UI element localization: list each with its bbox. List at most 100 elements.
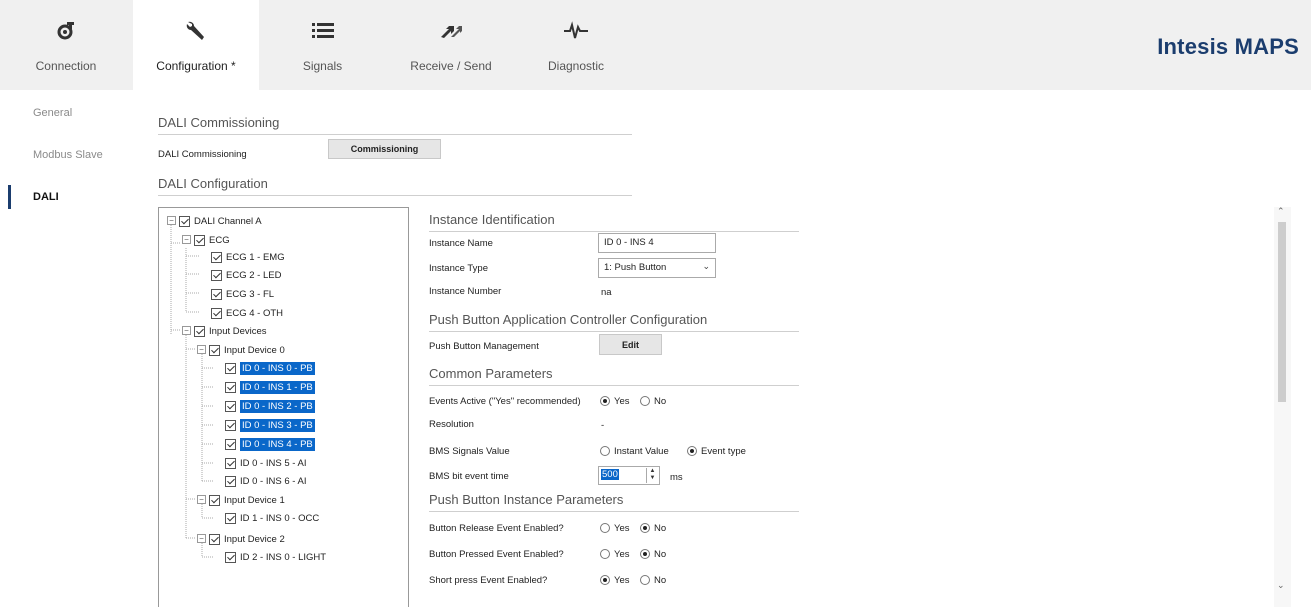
tree-node-ecg-item[interactable]: ECG 4 - OTH	[211, 305, 283, 321]
short-press-yes[interactable]: Yes	[600, 575, 630, 586]
radio-selected-icon[interactable]	[687, 446, 697, 457]
tree-node-input-devices[interactable]: Input Devices	[194, 323, 267, 339]
events-active-no[interactable]: No	[640, 396, 666, 407]
scrollbar-thumb[interactable]	[1278, 222, 1286, 402]
checkbox-icon[interactable]	[211, 251, 222, 263]
checkbox-icon[interactable]	[209, 344, 220, 356]
tab-connection[interactable]: Connection	[20, 0, 112, 90]
radio-icon[interactable]	[640, 575, 650, 586]
dali-device-tree[interactable]: − DALI Channel A − ECG ECG 1 - EMG ECG 2…	[158, 207, 409, 607]
instance-type-value: 1: Push Button	[604, 262, 667, 273]
bms-event-type-option[interactable]: Event type	[687, 446, 746, 457]
checkbox-icon[interactable]	[194, 234, 205, 246]
checkbox-icon[interactable]	[225, 419, 236, 431]
checkbox-icon[interactable]	[225, 512, 236, 524]
tree-node-input-device-2[interactable]: Input Device 2	[209, 531, 285, 547]
tab-receive-send[interactable]: Receive / Send	[396, 0, 506, 90]
checkbox-icon[interactable]	[225, 400, 236, 412]
bms-bit-event-time-input[interactable]: 500 ▲ ▼	[598, 466, 660, 485]
collapse-input-devices-icon[interactable]: −	[182, 326, 191, 335]
checkbox-icon[interactable]	[225, 381, 236, 393]
bms-instant-value-option[interactable]: Instant Value	[600, 446, 669, 457]
nav-item-general[interactable]: General	[33, 107, 72, 119]
bms-bit-event-time-label: BMS bit event time	[429, 471, 509, 482]
instance-type-select[interactable]: 1: Push Button ⌄	[598, 258, 716, 278]
radio-icon[interactable]	[600, 523, 610, 534]
instance-name-label: Instance Name	[429, 238, 493, 249]
scroll-up-icon[interactable]: ⌃	[1277, 206, 1285, 217]
checkbox-icon[interactable]	[211, 269, 222, 281]
radio-selected-icon[interactable]	[600, 396, 610, 407]
tab-diagnostic[interactable]: Diagnostic	[528, 0, 624, 90]
tab-configuration[interactable]: Configuration *	[133, 0, 259, 90]
checkbox-icon[interactable]	[209, 494, 220, 506]
button-release-yes[interactable]: Yes	[600, 523, 630, 534]
instance-name-input[interactable]: ID 0 - INS 4	[598, 233, 716, 253]
instance-identification-title: Instance Identification	[429, 212, 799, 232]
tree-node-ecg-item[interactable]: ECG 1 - EMG	[211, 249, 285, 265]
radio-icon[interactable]	[600, 446, 610, 457]
tree-node-instance[interactable]: ID 2 - INS 0 - LIGHT	[225, 549, 326, 565]
collapse-device2-icon[interactable]: −	[197, 534, 206, 543]
commissioning-button[interactable]: Commissioning	[328, 139, 441, 159]
checkbox-icon[interactable]	[211, 307, 222, 319]
nav-active-indicator	[8, 185, 11, 209]
tree-node-input-device-0[interactable]: Input Device 0	[209, 342, 285, 358]
chevron-down-icon: ⌄	[702, 261, 710, 271]
collapse-device1-icon[interactable]: −	[197, 495, 206, 504]
tree-node-instance[interactable]: ID 0 - INS 1 - PB	[225, 379, 315, 395]
tree-node-instance[interactable]: ID 0 - INS 4 - PB	[225, 436, 315, 452]
short-press-no[interactable]: No	[640, 575, 666, 586]
tree-node-channel[interactable]: DALI Channel A	[179, 213, 262, 229]
scroll-down-icon[interactable]: ⌄	[1277, 580, 1285, 591]
tree-node-instance[interactable]: ID 0 - INS 5 - AI	[225, 455, 307, 471]
collapse-ecg-icon[interactable]: −	[182, 235, 191, 244]
radio-selected-icon[interactable]	[640, 523, 650, 534]
pb-instance-parameters-title: Push Button Instance Parameters	[429, 492, 799, 512]
tree-node-input-device-1[interactable]: Input Device 1	[209, 492, 285, 508]
tab-diagnostic-label: Diagnostic	[547, 59, 605, 73]
radio-selected-icon[interactable]	[640, 549, 650, 560]
button-pressed-no[interactable]: No	[640, 549, 666, 560]
button-release-label: Button Release Event Enabled?	[429, 523, 564, 534]
events-active-yes[interactable]: Yes	[600, 396, 630, 407]
radio-selected-icon[interactable]	[600, 575, 610, 586]
checkbox-icon[interactable]	[225, 457, 236, 469]
checkbox-icon[interactable]	[209, 533, 220, 545]
checkbox-icon[interactable]	[225, 438, 236, 450]
tree-node-instance[interactable]: ID 0 - INS 2 - PB	[225, 398, 315, 414]
tree-node-instance[interactable]: ID 0 - INS 3 - PB	[225, 417, 315, 433]
checkbox-icon[interactable]	[225, 362, 236, 374]
tab-signals[interactable]: Signals	[280, 0, 365, 90]
radio-icon[interactable]	[600, 549, 610, 560]
tree-node-ecg[interactable]: ECG	[194, 232, 230, 248]
button-pressed-yes[interactable]: Yes	[600, 549, 630, 560]
checkbox-icon[interactable]	[211, 288, 222, 300]
push-button-management-label: Push Button Management	[429, 341, 539, 352]
instance-number-value: na	[601, 287, 612, 298]
collapse-device0-icon[interactable]: −	[197, 345, 206, 354]
checkbox-icon[interactable]	[179, 215, 190, 227]
tree-node-instance[interactable]: ID 0 - INS 6 - AI	[225, 473, 307, 489]
tree-node-instance[interactable]: ID 1 - INS 0 - OCC	[225, 510, 319, 526]
nav-item-modbus-slave[interactable]: Modbus Slave	[33, 149, 103, 161]
button-release-no[interactable]: No	[640, 523, 666, 534]
checkbox-icon[interactable]	[225, 475, 236, 487]
short-press-label: Short press Event Enabled?	[429, 575, 548, 586]
tree-node-instance[interactable]: ID 0 - INS 0 - PB	[225, 360, 315, 376]
collapse-channel-icon[interactable]: −	[167, 216, 176, 225]
tree-node-ecg-item[interactable]: ECG 3 - FL	[211, 286, 274, 302]
tree-node-ecg-item[interactable]: ECG 2 - LED	[211, 267, 281, 283]
bms-signals-value-label: BMS Signals Value	[429, 446, 510, 457]
checkbox-icon[interactable]	[194, 325, 205, 337]
nav-item-dali[interactable]: DALI	[33, 191, 59, 203]
edit-button[interactable]: Edit	[599, 334, 662, 355]
spinner-arrows-icon[interactable]: ▲ ▼	[646, 468, 658, 483]
radio-icon[interactable]	[640, 396, 650, 407]
top-navigation-bar: Connection Configuration * Signals Recei…	[0, 0, 1311, 90]
common-parameters-title: Common Parameters	[429, 366, 799, 386]
checkbox-icon[interactable]	[225, 551, 236, 563]
tab-configuration-label: Configuration *	[156, 59, 236, 73]
tab-connection-label: Connection	[35, 59, 97, 73]
button-pressed-label: Button Pressed Event Enabled?	[429, 549, 564, 560]
